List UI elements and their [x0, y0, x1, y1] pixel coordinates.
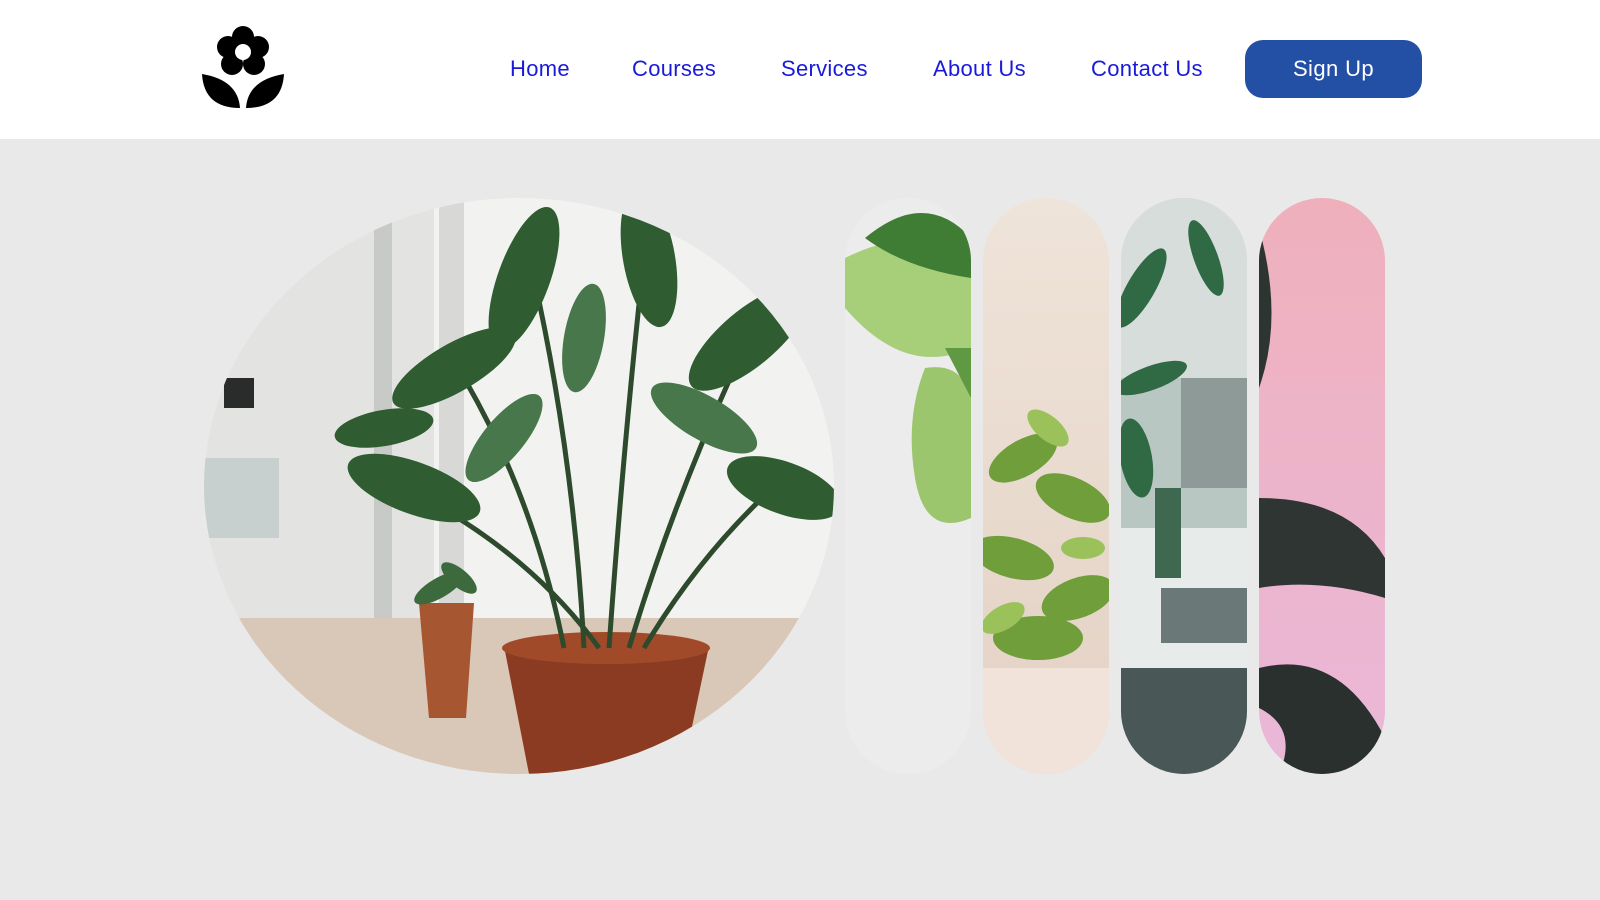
- living-room-plant-pill-image: [1121, 198, 1247, 774]
- nav-contact-link[interactable]: Contact Us: [1091, 56, 1203, 82]
- nav-about-link[interactable]: About Us: [933, 56, 1026, 82]
- green-leaf-pill-image: [845, 198, 971, 774]
- nav-services-link[interactable]: Services: [781, 56, 868, 82]
- pink-leaf-pill-image: [1259, 198, 1385, 774]
- pothos-pot-pill-image: [983, 198, 1109, 774]
- nav-courses-link[interactable]: Courses: [632, 56, 716, 82]
- potted-plant-circle-image: [204, 198, 834, 774]
- sign-up-button[interactable]: Sign Up: [1245, 40, 1422, 98]
- nav-home-link[interactable]: Home: [510, 56, 570, 82]
- site-header: Home Courses Services About Us Contact U…: [0, 0, 1600, 139]
